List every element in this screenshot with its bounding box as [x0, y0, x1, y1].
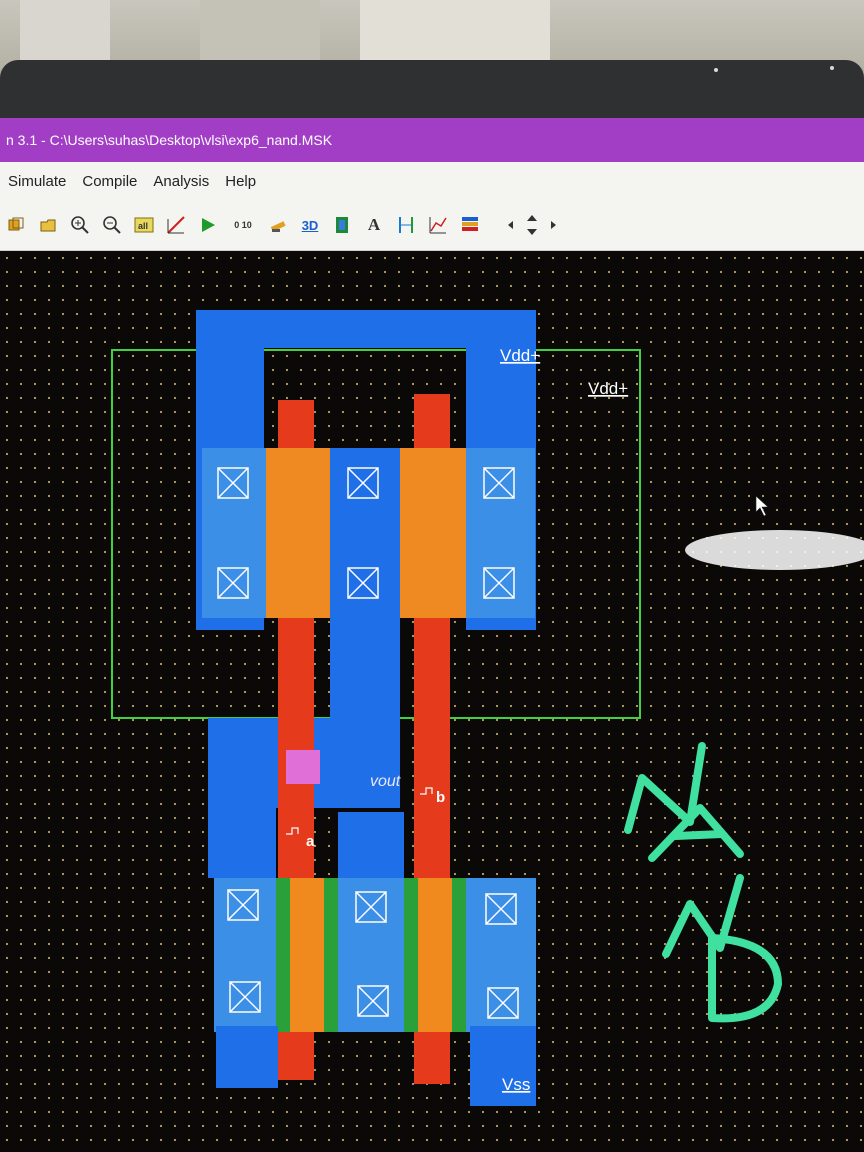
background-wall	[360, 0, 550, 60]
screen: n 3.1 - C:\Users\suhas\Desktop\vlsi\exp6…	[0, 118, 864, 1152]
poly-overlap-n-a	[290, 878, 324, 1032]
metal-output-left	[208, 718, 276, 878]
label-input-a: a	[306, 833, 315, 850]
mouse-cursor-icon	[755, 495, 769, 517]
label-input-b: b	[436, 789, 445, 806]
label-vdd-1: Vdd+	[500, 346, 540, 365]
poly-overlap-n-b	[418, 878, 452, 1032]
background-shelf	[20, 0, 110, 60]
label-vout: vout	[370, 773, 401, 790]
metal-output	[330, 448, 400, 758]
metal-vss-left	[216, 1026, 278, 1088]
bezel-sensor-dot	[830, 66, 834, 70]
poly-overlap-p-b	[400, 448, 466, 618]
screen-glare	[685, 530, 864, 570]
poly-overlap-p-a	[266, 448, 330, 618]
bezel-camera-dot	[714, 68, 718, 72]
label-vss: Vss	[502, 1075, 530, 1094]
metal-vss-right	[470, 1026, 536, 1106]
layout-drawing: Vdd+ Vdd+ vout a b Vss	[111, 310, 864, 1106]
poly-contact-via	[286, 750, 320, 784]
metal-n-drain	[338, 812, 404, 882]
handwritten-nand-note	[624, 742, 782, 1023]
label-vdd-2: Vdd+	[588, 379, 628, 398]
